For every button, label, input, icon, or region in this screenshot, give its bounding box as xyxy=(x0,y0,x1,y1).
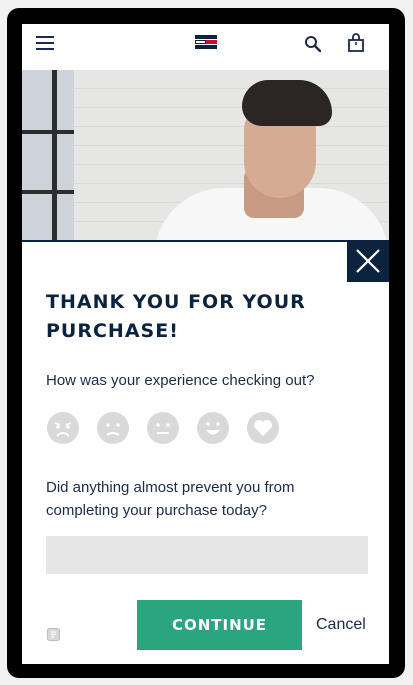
dissatisfied-face-icon[interactable] xyxy=(96,411,130,445)
top-navigation-bar xyxy=(22,24,389,70)
feedback-badge-icon xyxy=(47,628,60,641)
cancel-link[interactable]: Cancel xyxy=(316,616,366,634)
very-dissatisfied-face-icon[interactable] xyxy=(46,411,80,445)
prevent-question: Did anything almost prevent you from com… xyxy=(46,479,295,519)
brand-logo[interactable] xyxy=(195,35,217,49)
modal-title: THANK YOU FOR YOUR PURCHASE! xyxy=(46,291,306,342)
experience-question: How was your experience checking out? xyxy=(46,372,315,389)
search-icon[interactable] xyxy=(304,35,322,53)
modal-top-border xyxy=(22,240,389,242)
shopping-bag-icon[interactable] xyxy=(346,33,366,53)
continue-button[interactable]: CONTINUE xyxy=(137,600,302,650)
prevent-answer-input[interactable] xyxy=(46,536,368,574)
hamburger-menu-icon[interactable] xyxy=(36,36,54,50)
love-heart-icon[interactable] xyxy=(246,411,280,445)
hero-image xyxy=(22,70,389,240)
satisfied-face-icon[interactable] xyxy=(196,411,230,445)
experience-rating-group xyxy=(46,411,286,445)
app-screen: THANK YOU FOR YOUR PURCHASE! How was you… xyxy=(22,24,389,664)
close-icon[interactable] xyxy=(347,240,389,282)
neutral-face-icon[interactable] xyxy=(146,411,180,445)
